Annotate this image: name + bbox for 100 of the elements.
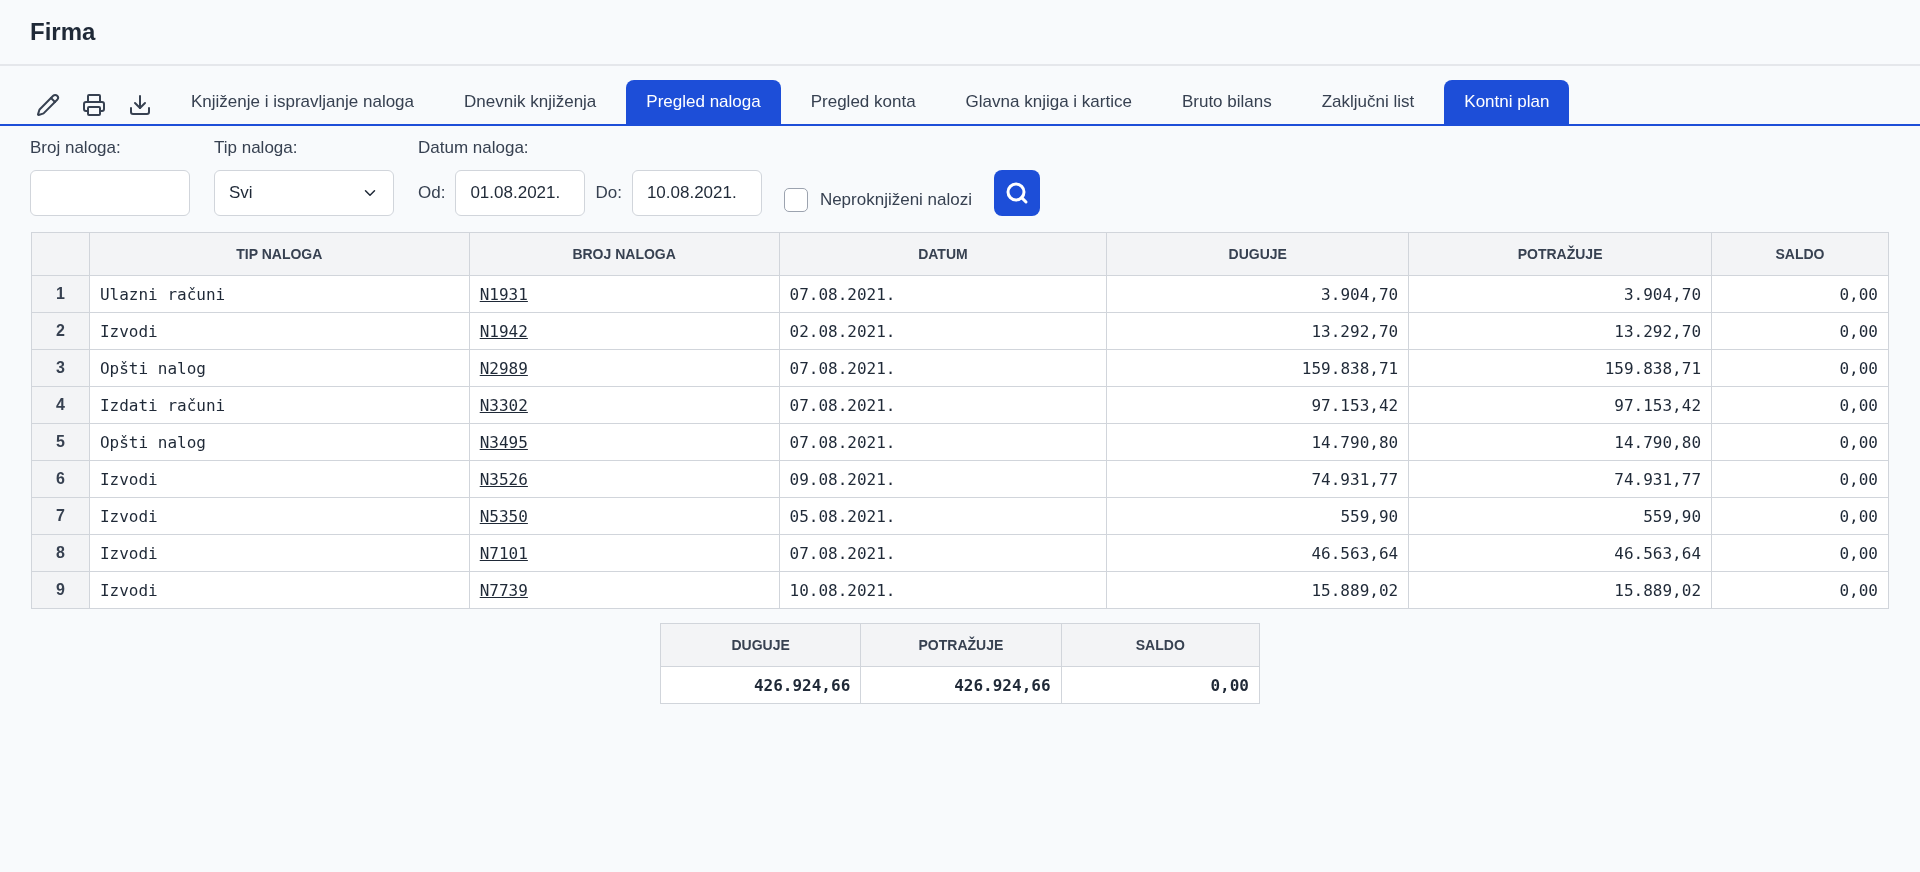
order-link[interactable]: N2989 (479, 358, 528, 378)
column-header: SALDO (1711, 232, 1889, 276)
tab[interactable]: Pregled konta (790, 80, 936, 124)
table-cell: 13.292,70 (1408, 312, 1712, 350)
order-number-field[interactable] (30, 170, 190, 216)
table-cell: 07.08.2021. (779, 349, 1107, 387)
table-cell: 0,00 (1711, 312, 1889, 350)
date-field[interactable]: 10.08.2021. (631, 170, 762, 216)
tab[interactable]: Bruto bilans (1161, 80, 1292, 124)
table-cell: 0,00 (1711, 386, 1889, 424)
tab[interactable]: Glavna knjiga i kartice (945, 80, 1152, 124)
column-header: SALDO (1061, 623, 1260, 667)
checkbox-label: Neproknjiženi nalozi (819, 190, 972, 210)
tab[interactable]: Pregled naloga (626, 80, 781, 124)
order-link[interactable]: N1931 (479, 284, 528, 304)
table-cell: 14.790,80 (1106, 423, 1409, 461)
table-cell[interactable]: N2989 (469, 349, 779, 387)
table-cell: 559,90 (1106, 497, 1409, 535)
table-cell: 15.889,02 (1408, 571, 1712, 609)
row-number: 4 (31, 386, 90, 424)
table-cell: Izvodi (89, 312, 470, 350)
order-link[interactable]: N1942 (479, 321, 528, 341)
table-cell: 46.563,64 (1106, 534, 1409, 572)
table-cell: Izvodi (89, 571, 470, 609)
edit-icon (36, 93, 60, 117)
table-cell: Izdati računi (89, 386, 470, 424)
table-cell: 14.790,80 (1408, 423, 1712, 461)
order-link[interactable]: N5350 (479, 506, 528, 526)
table-cell[interactable]: N3526 (469, 460, 779, 498)
row-number: 6 (31, 460, 90, 498)
column-header: POTRAŽUJE (860, 623, 1062, 667)
table-cell: 74.931,77 (1408, 460, 1712, 498)
order-link[interactable]: N3495 (479, 432, 528, 452)
row-number: 8 (31, 534, 90, 572)
table-cell: 46.563,64 (1408, 534, 1712, 572)
row-number: 5 (31, 423, 90, 461)
column-header: DATUM (779, 232, 1107, 276)
order-type-select[interactable]: Svi (214, 170, 394, 216)
total-cell: 0,00 (1061, 666, 1260, 704)
table-cell: 74.931,77 (1106, 460, 1409, 498)
table-cell: 0,00 (1711, 571, 1889, 609)
tab[interactable]: Kontni plan (1444, 80, 1570, 124)
table-cell[interactable]: N1942 (469, 312, 779, 350)
table-cell[interactable]: N5350 (469, 497, 779, 535)
field-label: Tip naloga: (214, 138, 299, 158)
table-cell: 159.838,71 (1106, 349, 1409, 387)
row-number: 7 (31, 497, 90, 535)
printer-icon (82, 93, 106, 117)
from-label: Od: (418, 183, 446, 203)
tab[interactable]: Knjiženje i ispravljanje naloga (171, 80, 435, 124)
table-cell: Opšti nalog (89, 423, 470, 461)
download-icon (128, 93, 152, 117)
column-header: POTRAŽUJE (1408, 232, 1712, 276)
column-header: DUGUJE (1106, 232, 1409, 276)
corner-cell (31, 232, 90, 276)
table-cell: 05.08.2021. (779, 497, 1107, 535)
table-cell: 02.08.2021. (779, 312, 1107, 350)
field-label: Datum naloga: (418, 138, 530, 158)
table-cell[interactable]: N3302 (469, 386, 779, 424)
row-number: 3 (31, 349, 90, 387)
table-cell: 0,00 (1711, 460, 1889, 498)
order-link[interactable]: N7101 (479, 543, 528, 563)
column-header: BROJ NALOGA (469, 232, 779, 276)
table-cell: 0,00 (1711, 534, 1889, 572)
table-cell: 0,00 (1711, 423, 1889, 461)
table-cell: Opšti nalog (89, 349, 470, 387)
table-cell: 07.08.2021. (779, 275, 1107, 313)
date-field[interactable]: 01.08.2021. (455, 170, 586, 216)
total-cell: 426.924,66 (660, 666, 861, 704)
table-cell: 07.08.2021. (779, 534, 1107, 572)
table-cell: 10.08.2021. (779, 571, 1107, 609)
row-number: 2 (31, 312, 90, 350)
tab[interactable]: Zaključni list (1301, 80, 1435, 124)
table-cell: 0,00 (1711, 349, 1889, 387)
table-cell: 159.838,71 (1408, 349, 1712, 387)
total-cell: 426.924,66 (860, 666, 1062, 704)
table-cell: 0,00 (1711, 275, 1889, 313)
checkbox[interactable] (783, 188, 808, 212)
row-number: 9 (31, 571, 90, 609)
table-cell: Izvodi (89, 497, 470, 535)
field-label: Broj naloga: (30, 138, 122, 158)
search-icon (1005, 181, 1029, 205)
order-link[interactable]: N3302 (479, 395, 528, 415)
search-button[interactable] (994, 170, 1040, 216)
table-cell[interactable]: N1931 (469, 275, 779, 313)
table-cell: 3.904,70 (1106, 275, 1409, 313)
table-cell: 0,00 (1711, 497, 1889, 535)
tab[interactable]: Dnevnik knjiženja (444, 80, 617, 124)
table-cell: Izvodi (89, 460, 470, 498)
table-cell[interactable]: N3495 (469, 423, 779, 461)
table-cell: Ulazni računi (89, 275, 470, 313)
table-cell: 07.08.2021. (779, 423, 1107, 461)
table-cell[interactable]: N7739 (469, 571, 779, 609)
table-cell[interactable]: N7101 (469, 534, 779, 572)
table-cell: 13.292,70 (1106, 312, 1409, 350)
table-cell: 97.153,42 (1408, 386, 1712, 424)
column-header: TIP NALOGA (89, 232, 470, 276)
order-link[interactable]: N3526 (479, 469, 528, 489)
order-link[interactable]: N7739 (479, 580, 528, 600)
table-cell: Izvodi (89, 534, 470, 572)
